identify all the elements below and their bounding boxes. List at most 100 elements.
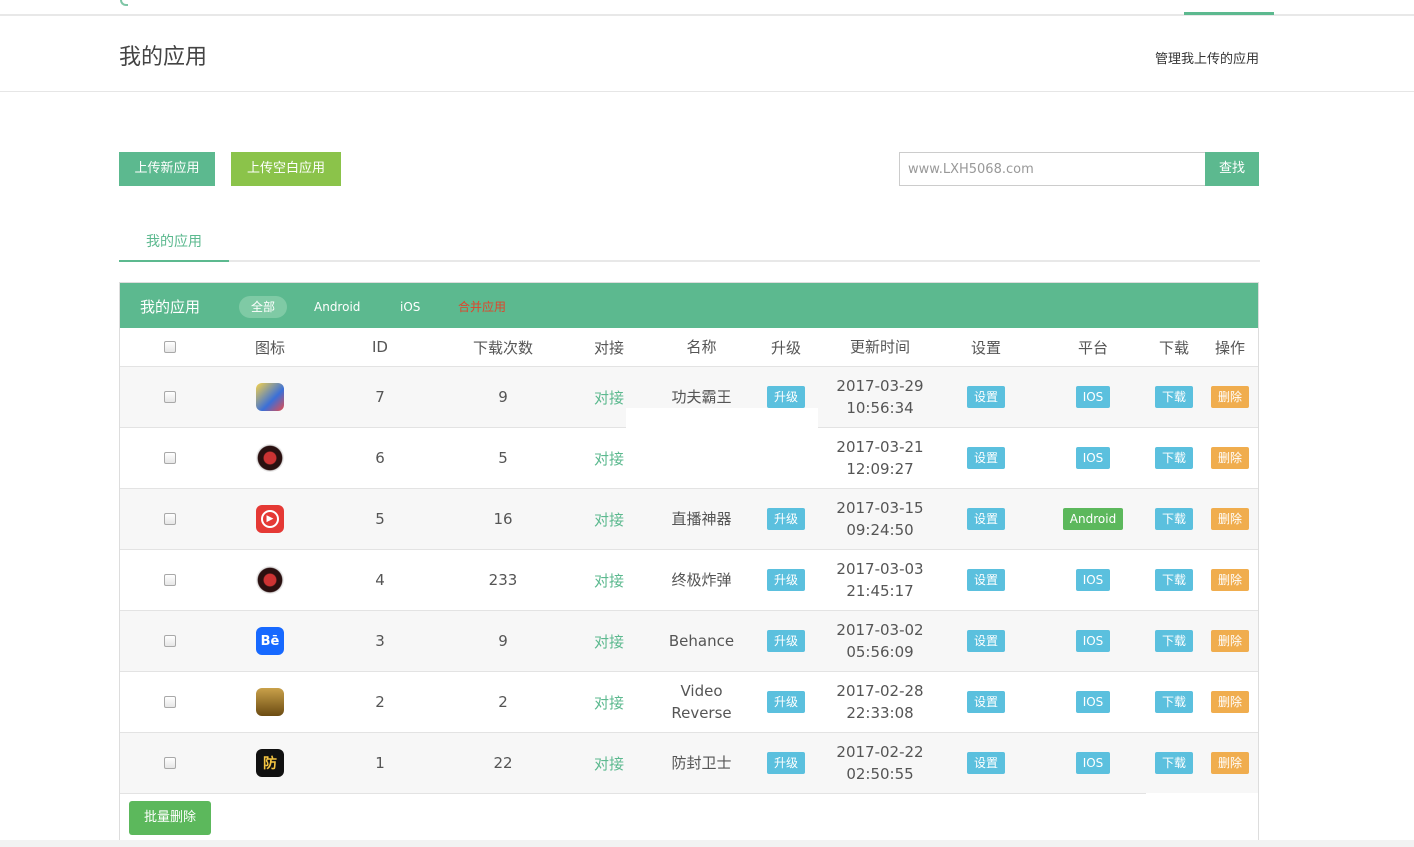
updated-time: 2017-03-02 05:56:09 [810, 611, 950, 671]
select-all-cell [150, 328, 190, 366]
connect-link[interactable]: 对接 [579, 611, 639, 671]
platform-badge: IOS [1075, 630, 1111, 652]
filter-android[interactable]: Android [302, 296, 372, 318]
upgrade-cell: 升级 [761, 489, 811, 549]
table-row: 2 2 对接 Video Reverse 升级 2017-02-28 22:33:08 设置 I… [120, 672, 1258, 733]
redaction-block [1146, 793, 1258, 840]
upgrade-button[interactable]: 升级 [766, 508, 805, 530]
settings-button[interactable]: 设置 [966, 752, 1005, 774]
logo-icon[interactable] [120, 0, 128, 6]
actions-cell: 删除 [1200, 428, 1260, 488]
col-id: ID [372, 338, 388, 356]
settings-cell: 设置 [956, 733, 1016, 793]
download-button[interactable]: 下载 [1154, 508, 1193, 530]
download-count: 9 [498, 388, 508, 406]
download-button[interactable]: 下载 [1154, 630, 1193, 652]
upgrade-button[interactable]: 升级 [766, 752, 805, 774]
settings-button[interactable]: 设置 [966, 508, 1005, 530]
row-select-cell [150, 428, 190, 488]
download-count: 2 [498, 693, 508, 711]
search-button[interactable]: 查找 [1205, 152, 1259, 186]
select-all-checkbox[interactable] [164, 341, 176, 353]
actions-cell: 删除 [1200, 611, 1260, 671]
settings-button[interactable]: 设置 [966, 691, 1005, 713]
row-checkbox[interactable] [164, 574, 176, 586]
delete-button[interactable]: 删除 [1210, 691, 1249, 713]
updated-date: 2017-03-21 [836, 438, 924, 456]
download-count: 233 [488, 571, 518, 589]
connect-link[interactable]: 对接 [579, 550, 639, 610]
upgrade-button[interactable]: 升级 [766, 691, 805, 713]
row-checkbox[interactable] [164, 757, 176, 769]
settings-cell: 设置 [956, 489, 1016, 549]
delete-button[interactable]: 删除 [1210, 508, 1249, 530]
upgrade-button[interactable]: 升级 [766, 569, 805, 591]
download-cell: 下载 [1144, 733, 1204, 793]
app-name: Behance [668, 632, 735, 650]
download-button[interactable]: 下载 [1154, 569, 1193, 591]
connect-link[interactable]: 对接 [579, 489, 639, 549]
page-header: 我的应用 管理我上传的应用 [0, 17, 1414, 92]
filter-ios[interactable]: iOS [388, 296, 432, 318]
actions-cell: 删除 [1200, 550, 1260, 610]
page-title: 我的应用 [119, 45, 208, 70]
updated-date: 2017-03-15 [836, 499, 924, 517]
table-row: 防 1 22 对接 防封卫士 升级 2017-02-22 02:50:55 设置 IOS 下载 删除 [120, 733, 1258, 794]
batch-delete-button[interactable]: 批量删除 [129, 801, 211, 835]
app-icon-cell [240, 367, 300, 427]
settings-button[interactable]: 设置 [966, 386, 1005, 408]
updated-date: 2017-03-02 [836, 621, 924, 639]
row-checkbox[interactable] [164, 391, 176, 403]
app-icon-cell [240, 672, 300, 732]
row-checkbox[interactable] [164, 635, 176, 647]
delete-button[interactable]: 删除 [1210, 447, 1249, 469]
row-checkbox[interactable] [164, 696, 176, 708]
active-nav-indicator [1184, 12, 1274, 15]
col-name: 名称 [686, 338, 717, 356]
filter-all[interactable]: 全部 [239, 296, 288, 318]
settings-button[interactable]: 设置 [966, 569, 1005, 591]
app-id: 7 [375, 388, 385, 406]
app-id: 1 [375, 754, 385, 772]
platform-cell: IOS [1053, 550, 1133, 610]
search-input[interactable] [899, 152, 1205, 186]
connect-link[interactable]: 对接 [579, 733, 639, 793]
app-icon-cell: Bē [240, 611, 300, 671]
app-icon-cell: ▶ [240, 489, 300, 549]
delete-button[interactable]: 删除 [1210, 630, 1249, 652]
updated-time: 2017-02-28 22:33:08 [810, 672, 950, 732]
upgrade-button[interactable]: 升级 [766, 630, 805, 652]
upgrade-cell: 升级 [761, 611, 811, 671]
download-button[interactable]: 下载 [1154, 752, 1193, 774]
upgrade-button[interactable]: 升级 [766, 386, 805, 408]
download-cell: 下载 [1144, 367, 1204, 427]
connect-link[interactable]: 对接 [579, 672, 639, 732]
download-button[interactable]: 下载 [1154, 691, 1193, 713]
download-button[interactable]: 下载 [1154, 447, 1193, 469]
filter-merged[interactable]: 合并应用 [446, 296, 518, 318]
download-count: 5 [498, 449, 508, 467]
row-checkbox[interactable] [164, 513, 176, 525]
row-checkbox[interactable] [164, 452, 176, 464]
settings-button[interactable]: 设置 [966, 630, 1005, 652]
download-count: 22 [493, 754, 513, 772]
row-select-cell [150, 611, 190, 671]
updated-time: 2017-03-21 12:09:27 [810, 428, 950, 488]
upload-new-app-button[interactable]: 上传新应用 [119, 152, 215, 186]
tab-my-apps[interactable]: 我的应用 [119, 226, 229, 262]
col-upgrade: 升级 [770, 338, 801, 357]
settings-cell: 设置 [956, 428, 1016, 488]
settings-button[interactable]: 设置 [966, 447, 1005, 469]
table-row: 4 233 对接 终极炸弹 升级 2017-03-03 21:45:17 设置 IOS 下载 删除 [120, 550, 1258, 611]
delete-button[interactable]: 删除 [1210, 752, 1249, 774]
col-link: 对接 [593, 338, 624, 357]
delete-button[interactable]: 删除 [1210, 386, 1249, 408]
download-button[interactable]: 下载 [1154, 386, 1193, 408]
upgrade-cell: 升级 [761, 672, 811, 732]
video-app-icon [256, 688, 284, 716]
delete-button[interactable]: 删除 [1210, 569, 1249, 591]
row-select-cell [150, 672, 190, 732]
upload-blank-app-button[interactable]: 上传空白应用 [231, 152, 341, 186]
manage-uploaded-apps-link[interactable]: 管理我上传的应用 [1155, 48, 1259, 67]
updated-date: 2017-02-28 [836, 682, 924, 700]
